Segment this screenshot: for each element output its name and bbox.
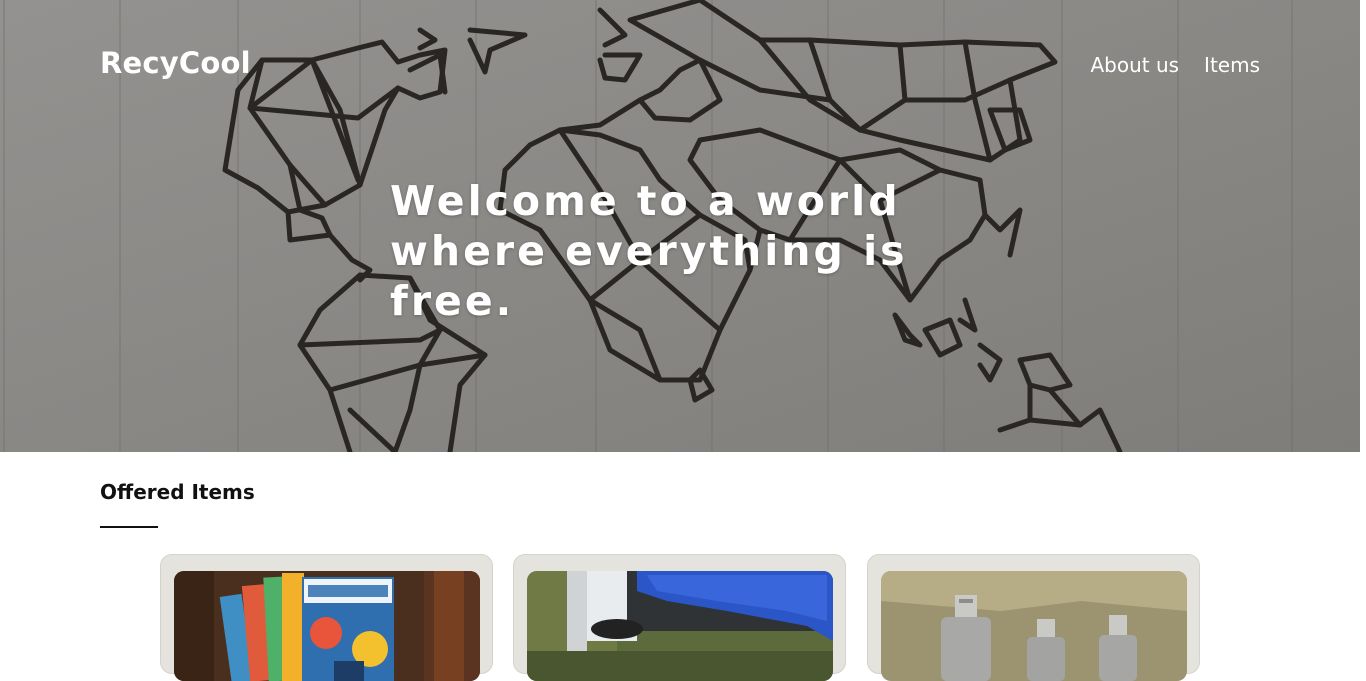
hero-banner: RecyCool About us Items Welcome to a wor… [0, 0, 1360, 452]
item-image-bottles[interactable] [881, 571, 1187, 681]
section-title: Offered Items [100, 480, 255, 504]
nav-link-items[interactable]: Items [1204, 53, 1260, 77]
item-card[interactable] [160, 554, 493, 681]
hero-title: Welcome to a world where everything is f… [390, 177, 908, 325]
section-underline [100, 526, 158, 528]
main-nav: About us Items [1090, 53, 1260, 77]
item-image-blue-seat[interactable] [527, 571, 833, 681]
nav-link-about-us[interactable]: About us [1090, 53, 1179, 77]
item-card[interactable] [513, 554, 846, 681]
item-card[interactable] [867, 554, 1200, 681]
item-image-magazines[interactable] [174, 571, 480, 681]
brand-logo[interactable]: RecyCool [100, 46, 251, 80]
